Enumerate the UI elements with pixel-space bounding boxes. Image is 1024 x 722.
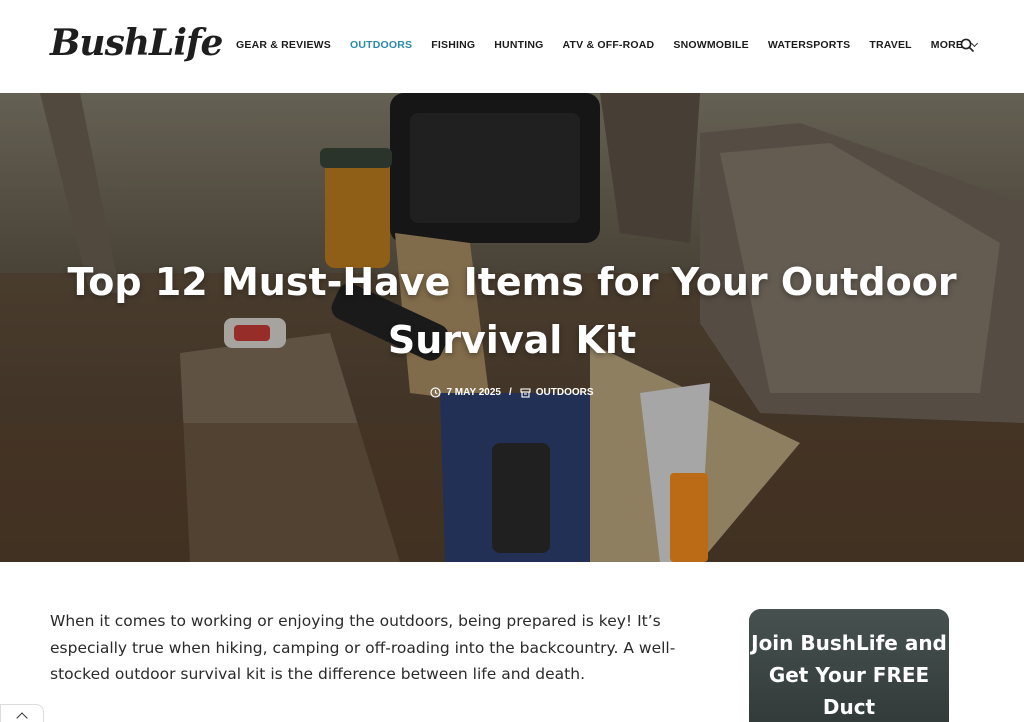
meta-separator: / bbox=[508, 387, 512, 398]
clock-icon bbox=[430, 387, 442, 398]
article-intro: When it comes to working or enjoying the… bbox=[50, 612, 676, 683]
article-meta: 7 MAY 2025 / OUTDOORS bbox=[0, 387, 1024, 398]
signup-card-heading: Join BushLife and Get Your FREE Duct bbox=[751, 631, 947, 719]
nav-item-travel[interactable]: TRAVEL bbox=[869, 39, 911, 51]
nav-item-snowmobile[interactable]: SNOWMOBILE bbox=[673, 39, 749, 51]
chevron-up-icon bbox=[16, 712, 28, 722]
nav-item-hunting[interactable]: HUNTING bbox=[494, 39, 543, 51]
nav-item-outdoors[interactable]: OUTDOORS bbox=[350, 39, 412, 51]
category-box-icon bbox=[520, 387, 531, 398]
back-to-top-button[interactable] bbox=[0, 704, 44, 722]
nav-item-gear-reviews[interactable]: GEAR & REVIEWS bbox=[236, 39, 331, 51]
article-category-link[interactable]: OUTDOORS bbox=[536, 387, 594, 398]
nav-more-label: MORE bbox=[930, 39, 964, 51]
article-date: 7 MAY 2025 bbox=[446, 387, 501, 398]
site-logo[interactable]: BushLife bbox=[50, 22, 223, 64]
search-icon[interactable] bbox=[960, 38, 974, 52]
article-title: Top 12 Must-Have Items for Your Outdoor … bbox=[67, 260, 957, 362]
main-nav: GEAR & REVIEWS OUTDOORS FISHING HUNTING … bbox=[236, 39, 996, 51]
site-header: BushLife GEAR & REVIEWS OUTDOORS FISHING… bbox=[0, 0, 1024, 93]
signup-card[interactable]: Join BushLife and Get Your FREE Duct bbox=[749, 609, 949, 722]
nav-item-watersports[interactable]: WATERSPORTS bbox=[768, 39, 851, 51]
nav-item-fishing[interactable]: FISHING bbox=[431, 39, 475, 51]
hero-banner: Top 12 Must-Have Items for Your Outdoor … bbox=[0, 93, 1024, 562]
nav-item-atv-off-road[interactable]: ATV & OFF-ROAD bbox=[563, 39, 655, 51]
